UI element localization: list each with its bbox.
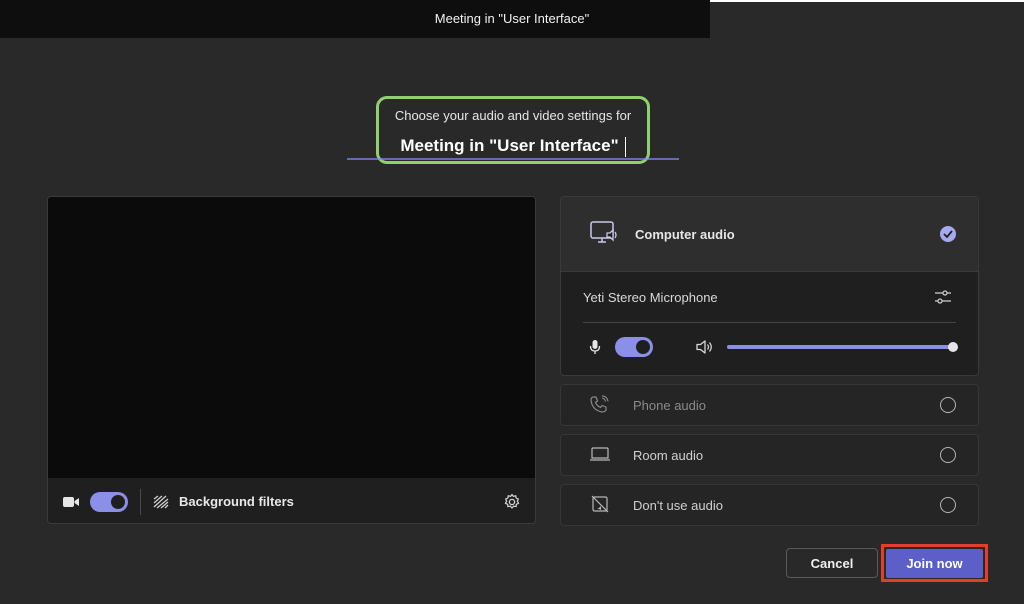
meeting-name-text: Meeting in "User Interface" [400,136,619,155]
background-filters-label: Background filters [179,494,294,509]
settings-subtitle: Choose your audio and video settings for [394,108,632,123]
cancel-button[interactable]: Cancel [786,548,878,578]
background-filters-icon [153,494,169,509]
text-caret [624,136,626,157]
no-audio-label: Don't use audio [633,497,723,513]
room-audio-radio[interactable] [940,447,956,463]
room-audio-option[interactable]: Room audio [560,434,979,476]
volume-slider-thumb[interactable] [948,342,958,352]
audio-controls-row [561,323,978,371]
phone-audio-radio[interactable] [940,397,956,413]
window-title: Meeting in "User Interface" [434,11,590,26]
microphone-row: Yeti Stereo Microphone [561,272,978,322]
microphone-icon [589,339,601,355]
video-panel: Background filters [47,196,536,524]
join-now-button[interactable]: Join now [886,549,983,578]
microphone-device-label: Yeti Stereo Microphone [583,289,718,305]
no-audio-icon [589,495,611,515]
no-audio-radio[interactable] [940,497,956,513]
video-controls-bar: Background filters [48,478,535,523]
device-settings-gear-icon[interactable] [503,493,521,511]
no-audio-option[interactable]: Don't use audio [560,484,979,526]
speaker-icon [695,339,713,355]
camera-icon [62,495,80,509]
computer-audio-label: Computer audio [635,226,735,242]
camera-toggle[interactable] [90,491,128,512]
video-preview [48,197,535,478]
microphone-toggle[interactable] [615,337,653,357]
phone-audio-label: Phone audio [633,397,707,413]
controls-divider [140,488,141,515]
phone-icon [589,395,611,415]
computer-audio-card: Computer audio Yeti Stereo Microphone [560,196,979,376]
computer-audio-icon [589,220,619,248]
room-audio-label: Room audio [633,447,704,463]
audio-settings-adjust-icon[interactable] [934,289,952,305]
room-device-icon [589,445,611,465]
computer-audio-option[interactable]: Computer audio [561,197,978,272]
phone-audio-option[interactable]: Phone audio [560,384,979,426]
speaker-volume-slider[interactable] [726,342,958,352]
meeting-name-heading: Meeting in "User Interface" [376,136,650,157]
selected-check-icon [940,226,956,242]
titlebar-edge [710,0,1024,2]
heading-underline [347,158,679,160]
background-filters-button[interactable]: Background filters [153,494,294,509]
